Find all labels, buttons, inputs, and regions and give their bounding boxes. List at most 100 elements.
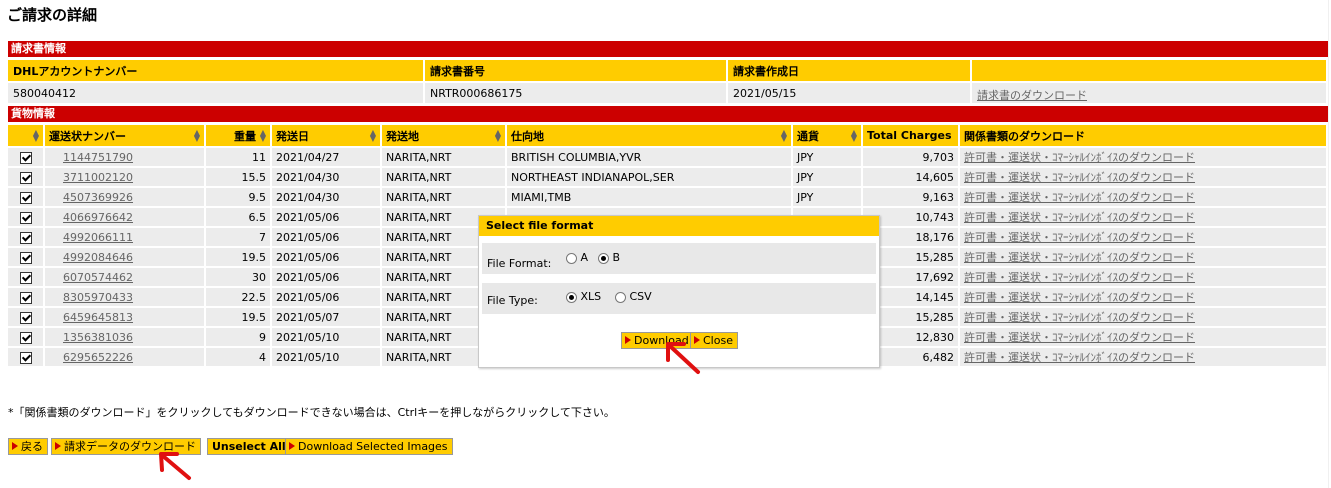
back-button[interactable]: 戻る: [8, 438, 48, 455]
waybill-link[interactable]: 4066976642: [63, 211, 133, 224]
row-checkbox-cell: [8, 147, 45, 168]
format-b-radio[interactable]: [598, 252, 609, 264]
row-checkbox[interactable]: [19, 331, 32, 344]
docs-cell: 許可書・運送状・ｺﾏｰｼｬﾙｲﾝﾎﾞｲｽのダウンロード: [959, 267, 1328, 288]
docs-download-link[interactable]: 許可書・運送状・ｺﾏｰｼｬﾙｲﾝﾎﾞｲｽのダウンロード: [964, 271, 1195, 284]
col-waybill[interactable]: 運送状ナンバー ▲ ▼: [44, 125, 206, 148]
col-select[interactable]: ▲ ▼: [8, 125, 45, 148]
weight-text: 19.5: [241, 250, 267, 264]
waybill-link[interactable]: 3711002120: [63, 171, 133, 184]
type-option-csv[interactable]: CSV: [615, 290, 652, 303]
row-checkbox[interactable]: [19, 191, 32, 204]
weight-text: 4: [259, 350, 266, 364]
file-format-label: File Format:: [487, 257, 552, 270]
waybill-link[interactable]: 6070574462: [63, 271, 133, 284]
col-weight[interactable]: 重量 ▲ ▼: [205, 125, 272, 148]
origin-text: NARITA,NRT: [386, 230, 452, 244]
waybill-link[interactable]: 1144751790: [63, 151, 133, 164]
origin-cell: NARITA,NRT: [381, 147, 507, 168]
type-option-xls[interactable]: XLS: [566, 290, 601, 303]
invoice-table: DHLアカウントナンバー 請求書番号 請求書作成日 580040412 NRTR…: [8, 60, 1328, 103]
row-checkbox[interactable]: [19, 231, 32, 244]
destination-cell: NORTHEAST INDIANAPOL,SER: [506, 167, 793, 188]
sort-icon: ▲ ▼: [780, 128, 787, 143]
csv-radio[interactable]: [615, 291, 626, 303]
ship-date-text: 2021/04/30: [276, 170, 340, 184]
waybill-link[interactable]: 6295652226: [63, 351, 133, 364]
row-checkbox[interactable]: [19, 311, 32, 324]
waybill-link[interactable]: 4507369926: [63, 191, 133, 204]
docs-download-link[interactable]: 許可書・運送状・ｺﾏｰｼｬﾙｲﾝﾎﾞｲｽのダウンロード: [964, 251, 1195, 264]
waybill-link[interactable]: 1356381036: [63, 331, 133, 344]
docs-download-link[interactable]: 許可書・運送状・ｺﾏｰｼｬﾙｲﾝﾎﾞｲｽのダウンロード: [964, 311, 1195, 324]
col-ship-date[interactable]: 発送日 ▲ ▼: [271, 125, 382, 148]
row-checkbox-cell: [8, 287, 45, 308]
waybill-link[interactable]: 6459645813: [63, 311, 133, 324]
row-checkbox-cell: [8, 307, 45, 328]
page-title: ご請求の詳細: [7, 6, 98, 24]
sort-icon: ▲ ▼: [369, 128, 376, 143]
ship-date-text: 2021/04/30: [276, 190, 340, 204]
docs-download-link[interactable]: 許可書・運送状・ｺﾏｰｼｬﾙｲﾝﾎﾞｲｽのダウンロード: [964, 211, 1195, 224]
row-checkbox[interactable]: [19, 351, 32, 364]
ship-date-text: 2021/05/07: [276, 310, 340, 324]
row-checkbox[interactable]: [19, 211, 32, 224]
download-selected-images-button[interactable]: Download Selected Images: [285, 438, 453, 455]
row-checkbox[interactable]: [19, 151, 32, 164]
format-option-a[interactable]: A: [566, 251, 588, 264]
origin-text: NARITA,NRT: [386, 170, 452, 184]
sort-icon: ▲ ▼: [494, 128, 501, 143]
table-row: 3711002120 15.5 2021/04/30 NARITA,NRT NORTHE…: [8, 167, 1328, 188]
col-currency[interactable]: 通貨 ▲ ▼: [792, 125, 863, 148]
format-a-radio[interactable]: [566, 252, 577, 264]
waybill-link[interactable]: 4992084646: [63, 251, 133, 264]
waybill-cell: 1144751790: [44, 147, 206, 168]
invoice-date: 2021/05/15: [727, 82, 972, 103]
origin-cell: NARITA,NRT: [381, 187, 507, 208]
ship-date-cell: 2021/04/30: [271, 187, 382, 208]
col-account-number: DHLアカウントナンバー: [8, 60, 425, 83]
docs-download-link[interactable]: 許可書・運送状・ｺﾏｰｼｬﾙｲﾝﾎﾞｲｽのダウンロード: [964, 351, 1195, 364]
xls-radio[interactable]: [566, 291, 577, 303]
invoice-download-link[interactable]: 請求書のダウンロード: [977, 89, 1087, 102]
annotation-arrow-icon: [666, 342, 700, 374]
docs-cell: 許可書・運送状・ｺﾏｰｼｬﾙｲﾝﾎﾞｲｽのダウンロード: [959, 307, 1328, 328]
origin-text: NARITA,NRT: [386, 250, 452, 264]
row-checkbox[interactable]: [19, 171, 32, 184]
col-total-charges[interactable]: Total Charges: [862, 125, 960, 148]
docs-cell: 許可書・運送状・ｺﾏｰｼｬﾙｲﾝﾎﾞｲｽのダウンロード: [959, 167, 1328, 188]
col-origin[interactable]: 発送地 ▲ ▼: [381, 125, 507, 148]
docs-download-link[interactable]: 許可書・運送状・ｺﾏｰｼｬﾙｲﾝﾎﾞｲｽのダウンロード: [964, 331, 1195, 344]
row-checkbox[interactable]: [19, 271, 32, 284]
file-type-row: File Type: XLS CSV: [482, 283, 876, 314]
docs-cell: 許可書・運送状・ｺﾏｰｼｬﾙｲﾝﾎﾞｲｽのダウンロード: [959, 147, 1328, 168]
docs-download-link[interactable]: 許可書・運送状・ｺﾏｰｼｬﾙｲﾝﾎﾞｲｽのダウンロード: [964, 171, 1195, 184]
invoice-data-row: 580040412 NRTR000686175 2021/05/15 請求書のダ…: [8, 82, 1328, 103]
charges-text: 10,743: [915, 210, 955, 224]
row-checkbox[interactable]: [19, 251, 32, 264]
docs-download-link[interactable]: 許可書・運送状・ｺﾏｰｼｬﾙｲﾝﾎﾞｲｽのダウンロード: [964, 231, 1195, 244]
weight-cell: 19.5: [205, 307, 272, 328]
currency-cell: JPY: [792, 147, 863, 168]
docs-download-link[interactable]: 許可書・運送状・ｺﾏｰｼｬﾙｲﾝﾎﾞｲｽのダウンロード: [964, 191, 1195, 204]
waybill-cell: 3711002120: [44, 167, 206, 188]
docs-download-link[interactable]: 許可書・運送状・ｺﾏｰｼｬﾙｲﾝﾎﾞｲｽのダウンロード: [964, 151, 1195, 164]
format-option-b[interactable]: B: [598, 251, 620, 264]
row-checkbox-cell: [8, 227, 45, 248]
col-invoice-download: [971, 60, 1328, 83]
row-checkbox[interactable]: [19, 291, 32, 304]
col-destination[interactable]: 仕向地 ▲ ▼: [506, 125, 793, 148]
invoice-number: NRTR000686175: [424, 82, 728, 103]
ship-date-cell: 2021/05/07: [271, 307, 382, 328]
dialog-title: Select file format: [479, 216, 879, 236]
docs-download-link[interactable]: 許可書・運送状・ｺﾏｰｼｬﾙｲﾝﾎﾞｲｽのダウンロード: [964, 291, 1195, 304]
waybill-link[interactable]: 8305970433: [63, 291, 133, 304]
currency-text: JPY: [797, 170, 814, 184]
charges-text: 9,163: [922, 190, 955, 204]
waybill-link[interactable]: 4992066111: [63, 231, 133, 244]
ship-date-text: 2021/05/06: [276, 250, 340, 264]
unselect-all-button[interactable]: Unselect All: [207, 438, 291, 455]
sort-icon: ▲ ▼: [32, 128, 39, 143]
origin-text: NARITA,NRT: [386, 270, 452, 284]
ship-date-text: 2021/05/06: [276, 230, 340, 244]
